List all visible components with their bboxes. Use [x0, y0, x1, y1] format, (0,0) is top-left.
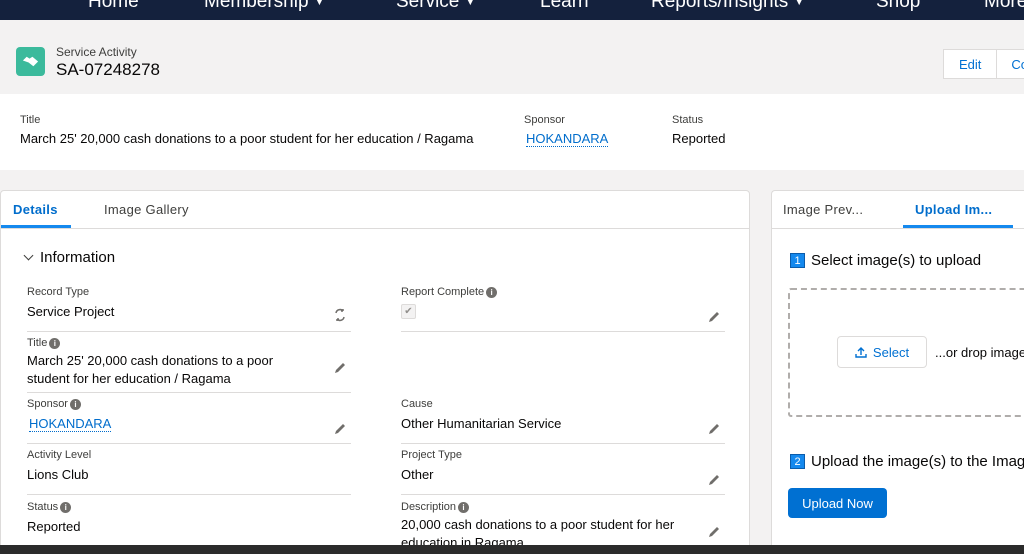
highlight-status: Status Reported	[672, 114, 725, 146]
field-label: Status	[27, 501, 59, 513]
info-icon[interactable]: i	[458, 501, 470, 513]
record-object-type: Service Activity	[56, 45, 137, 59]
drop-hint: ...or drop image(s)	[935, 345, 1024, 360]
upload-now-button[interactable]: Upload Now	[788, 488, 887, 518]
tab-details[interactable]: Details	[13, 202, 58, 217]
details-card: Details Image Gallery Information Record…	[0, 190, 750, 554]
field-value: March 25' 20,000 cash donations to a poo…	[27, 353, 274, 386]
nav-label: Shop	[876, 0, 921, 12]
field-label: Report Complete	[401, 286, 485, 298]
info-icon[interactable]: i	[60, 501, 72, 513]
step-upload: 2 Upload the image(s) to the Image Galle…	[790, 453, 1024, 470]
record-name: SA-07248278	[56, 60, 160, 79]
pencil-edit-icon[interactable]	[707, 473, 721, 487]
nav-label: Reports/Insights	[651, 0, 789, 12]
step-text: Upload the image(s) to the Image Gallery	[811, 453, 1024, 470]
nav-item-learn[interactable]: Learn	[540, 0, 589, 13]
tab-image-preview[interactable]: Image Prev...	[783, 202, 863, 217]
edit-button[interactable]: Edit	[943, 49, 998, 79]
handshake-icon	[22, 56, 39, 67]
field-title: Title i March 25' 20,000 cash donations t…	[27, 337, 351, 393]
field-cause: Cause Other Humanitarian Service	[401, 398, 725, 444]
highlight-sponsor: Sponsor HOKANDARA	[524, 114, 609, 147]
field-value: Other Humanitarian Service	[401, 416, 562, 431]
upload-icon	[855, 347, 867, 358]
nav-item-home[interactable]: Home	[88, 0, 139, 13]
field-label: Cause	[401, 398, 433, 410]
nav-item-shop[interactable]: Shop	[876, 0, 920, 13]
field-label: Sponsor	[27, 398, 68, 410]
step-text: Select image(s) to upload	[811, 252, 982, 269]
image-tabs: Image Prev... Upload Im...	[772, 191, 1024, 229]
info-icon[interactable]: i	[49, 337, 61, 349]
nav-item-reports[interactable]: Reports/Insights ▼	[651, 0, 804, 13]
tab-upload-images[interactable]: Upload Im...	[915, 202, 992, 217]
taskbar-strip	[0, 545, 1024, 554]
tab-image-gallery[interactable]: Image Gallery	[104, 202, 189, 217]
field-status: Status i Reported	[27, 501, 351, 547]
chevron-down-icon: ▼	[314, 0, 325, 8]
step-select: 1 Select image(s) to upload	[790, 252, 981, 269]
nav-item-membership[interactable]: Membership ▼	[204, 0, 324, 13]
field-value: Reported	[27, 519, 81, 534]
step-number: 1	[790, 253, 805, 268]
nav-item-service[interactable]: Service ▼	[396, 0, 475, 13]
top-navigation: Home Membership ▼ Service ▼ Learn Reports/…	[0, 0, 1024, 20]
pencil-edit-icon[interactable]	[333, 422, 347, 436]
highlight-status-label: Status	[672, 114, 704, 126]
pencil-edit-icon[interactable]	[333, 361, 347, 375]
section-title: Information	[40, 249, 116, 266]
select-button-label: Select	[872, 344, 910, 360]
pencil-edit-icon[interactable]	[707, 422, 721, 436]
field-label: Title	[27, 337, 48, 349]
info-icon[interactable]: i	[486, 286, 498, 298]
field-project-type: Project Type Other	[401, 449, 725, 495]
select-files-button[interactable]: Select	[837, 336, 927, 368]
field-activity-level: Activity Level Lions Club	[27, 449, 351, 495]
field-report-complete: Report Complete i ✔	[401, 286, 725, 332]
active-tab-indicator	[903, 225, 1013, 228]
nav-label: More	[984, 0, 1024, 12]
clone-button[interactable]: Co	[997, 49, 1024, 79]
field-value: Other	[401, 467, 434, 482]
details-tabs: Details Image Gallery	[1, 191, 749, 229]
field-label: Record Type	[27, 286, 90, 298]
field-sponsor: Sponsor i HOKANDARA	[27, 398, 351, 444]
highlight-title: Title March 25' 20,000 cash donations to…	[20, 114, 473, 146]
nav-label: Membership	[204, 0, 309, 12]
highlights-panel: Title March 25' 20,000 cash donations to…	[0, 94, 1024, 170]
pencil-edit-icon[interactable]	[707, 310, 721, 324]
field-record-type: Record Type Service Project	[27, 286, 351, 332]
field-label: Description	[401, 501, 457, 513]
report-complete-checkbox: ✔	[401, 304, 416, 319]
highlight-title-value: March 25' 20,000 cash donations to a poo…	[20, 131, 474, 146]
active-tab-indicator	[1, 225, 71, 228]
header-button-group: Edit Co	[943, 49, 1024, 79]
step-number: 2	[790, 454, 805, 469]
nav-label: Service	[396, 0, 460, 12]
nav-item-more[interactable]: More	[984, 0, 1024, 13]
field-value: Service Project	[27, 304, 115, 319]
record-header: Service Activity SA-07248278 Edit Co	[0, 22, 1024, 94]
highlight-status-value: Reported	[672, 131, 726, 146]
field-value: Lions Club	[27, 467, 89, 482]
highlight-sponsor-link[interactable]: HOKANDARA	[526, 131, 609, 147]
service-activity-icon	[16, 47, 45, 76]
nav-label: Home	[88, 0, 139, 12]
pencil-edit-icon[interactable]	[707, 525, 721, 539]
section-information-toggle[interactable]: Information	[23, 249, 116, 266]
highlight-title-label: Title	[20, 114, 41, 126]
highlight-sponsor-label: Sponsor	[524, 114, 565, 126]
chevron-down-icon: ▼	[465, 0, 476, 8]
info-icon[interactable]: i	[69, 398, 81, 410]
change-record-type-icon[interactable]	[333, 308, 347, 322]
image-upload-card: Image Prev... Upload Im... 1 Select imag…	[771, 190, 1024, 554]
image-dropzone[interactable]: Select ...or drop image(s)	[788, 288, 1024, 417]
chevron-down-icon	[23, 250, 34, 261]
sponsor-link[interactable]: HOKANDARA	[29, 416, 112, 432]
chevron-down-icon: ▼	[794, 0, 805, 8]
field-label: Project Type	[401, 449, 462, 461]
field-label: Activity Level	[27, 449, 92, 461]
nav-label: Learn	[540, 0, 589, 12]
